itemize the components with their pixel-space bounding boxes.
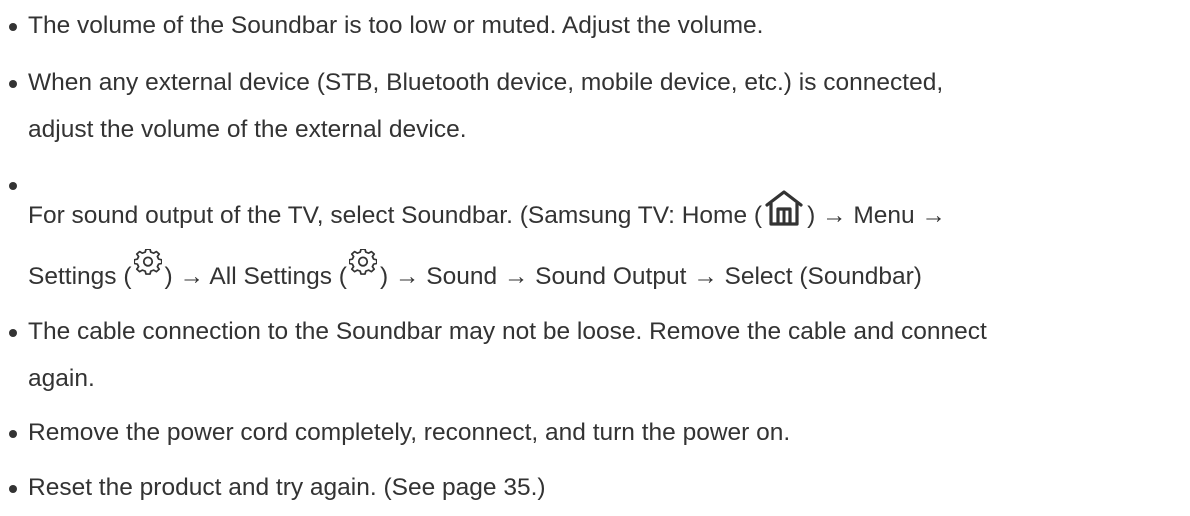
list-item-text: ) → Menu → (807, 202, 946, 229)
bullet-dot (9, 182, 17, 190)
list-item-line: Settings ( ) → All Settings ( ) → Sound … (28, 249, 922, 291)
list-item-text: Remove the power cord completely, reconn… (28, 419, 791, 446)
settings-icon (133, 249, 162, 277)
bullet-dot (9, 430, 17, 438)
bullet-dot (9, 23, 17, 31)
home-icon (764, 188, 804, 228)
list-item-text: ) → Sound → Sound Output → Select (Sound… (379, 263, 922, 290)
list-item-text: adjust the volume of the external device… (28, 116, 467, 143)
bullet-dot (9, 485, 17, 493)
list-item-text: When any external device (STB, Bluetooth… (28, 69, 944, 96)
list-item-line: For sound output of the TV, select Sound… (28, 188, 946, 230)
bullet-dot (9, 80, 17, 88)
list-item-text: The cable connection to the Soundbar may… (28, 318, 987, 345)
list-item-text: Reset the product and try again. (See pa… (28, 474, 546, 501)
list-item-text: again. (28, 365, 95, 392)
list-item-text: The volume of the Soundbar is too low or… (28, 12, 764, 39)
list-item-text: For sound output of the TV, select Sound… (28, 202, 763, 229)
bullet-dot (9, 329, 17, 337)
settings-icon (348, 249, 377, 277)
list-item-text: Settings ( (28, 263, 132, 290)
list-item-text: ) → All Settings ( (164, 263, 347, 290)
